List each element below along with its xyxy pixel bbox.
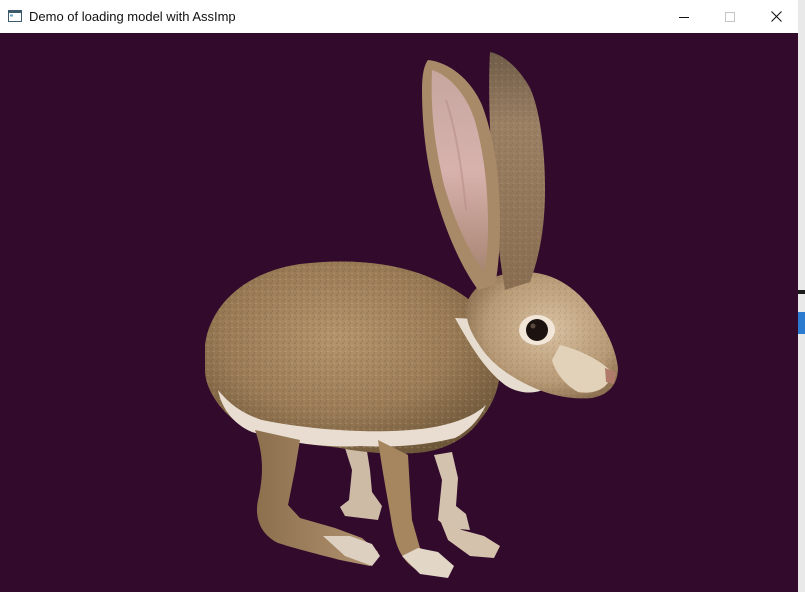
app-window: Demo of loading model with AssImp (0, 0, 798, 592)
maximize-button[interactable] (707, 0, 753, 33)
window-title: Demo of loading model with AssImp (29, 9, 236, 24)
background-window-detail (797, 290, 805, 294)
rabbit-model (205, 52, 618, 578)
background-window-accent (797, 312, 805, 334)
maximize-icon (725, 11, 735, 22)
close-icon (770, 11, 782, 22)
app-icon (8, 10, 22, 22)
title-bar[interactable]: Demo of loading model with AssImp (0, 0, 798, 33)
background-window-edge (797, 0, 805, 592)
minimize-button[interactable] (661, 0, 707, 33)
render-viewport[interactable] (0, 33, 798, 592)
close-button[interactable] (753, 0, 799, 33)
minimize-icon (679, 16, 689, 18)
